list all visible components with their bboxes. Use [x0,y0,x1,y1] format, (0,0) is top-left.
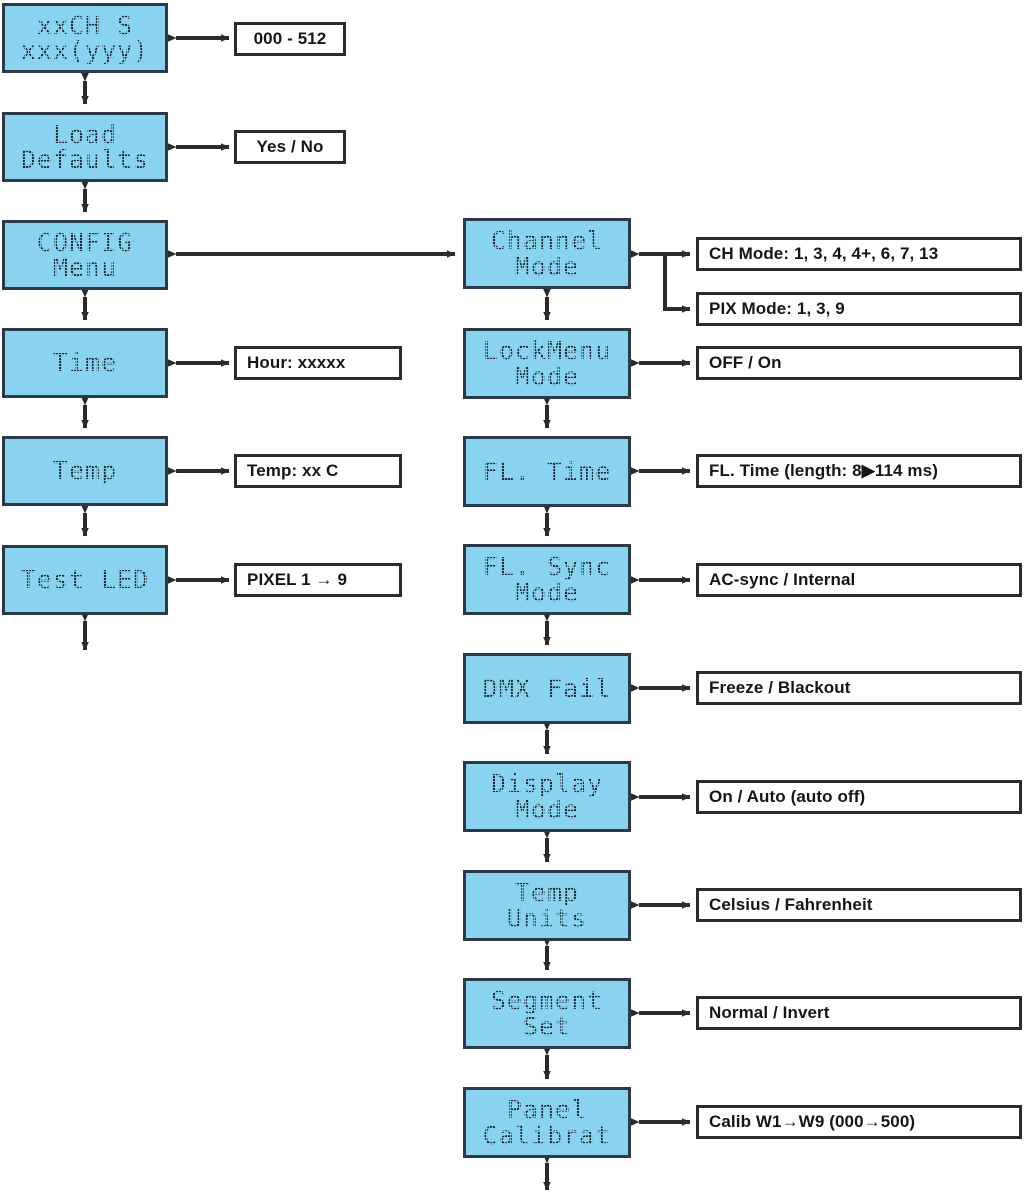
lcd-line-2: Mode [514,361,580,391]
lcd-line-1: xxCH S [36,10,134,40]
lcd-screen-segment-set[interactable]: Segment Set [463,978,631,1049]
lcd-line-1: Temp [514,878,580,907]
lcd-screen-temp-units[interactable]: Temp Units [463,870,631,941]
lcd-line-1: Panel [506,1095,588,1124]
lcd-line-1: Temp [52,456,118,486]
value-box-load-defaults: Yes / No [234,130,346,164]
lcd-screen-load-defaults[interactable]: Load Defaults [2,112,168,182]
value-box-temp-units: Celsius / Fahrenheit [696,888,1022,922]
value-box-time: Hour: xxxxx [234,346,402,380]
lcd-line-1: Display [490,769,604,798]
lcd-screen-channel-mode[interactable]: Channel Mode [463,218,631,289]
lcd-line-1: DMX Fail [482,673,612,703]
value-box-test-led: PIXEL 1 → 9 [234,563,402,597]
value-box-display-mode: On / Auto (auto off) [696,780,1022,814]
lcd-screen-temp[interactable]: Temp [2,436,168,506]
lcd-line-2: Mode [514,577,580,607]
lcd-screen-panel-calibrat[interactable]: Panel Calibrat [463,1087,631,1158]
value-box-segment-set: Normal / Invert [696,996,1022,1030]
value-box-panel-calibrat: Calib W1→W9 (000→500) [696,1105,1022,1139]
lcd-line-1: FL. Sync [482,552,612,581]
lcd-line-1: Test LED [20,565,150,595]
lcd-screen-lockmenu-mode[interactable]: LockMenu Mode [463,328,631,399]
value-box-fl-sync-mode: AC-sync / Internal [696,563,1022,597]
value-box-lockmenu-mode: OFF / On [696,346,1022,380]
lcd-line-2: Defaults [20,145,150,174]
lcd-line-2: Units [506,903,588,933]
lcd-line-1: FL. Time [482,456,612,486]
lcd-screen-dmx-fail[interactable]: DMX Fail [463,653,631,724]
lcd-line-1: LockMenu [482,336,612,365]
lcd-line-2: Calibrat [482,1120,612,1150]
value-box-dmx-address: 000 - 512 [234,22,346,56]
value-box-temp: Temp: xx C [234,454,402,488]
lcd-screen-fl-time[interactable]: FL. Time [463,436,631,507]
lcd-screen-test-led[interactable]: Test LED [2,545,168,615]
menu-flow-diagram: xxCH S xxx(yyy) Load Defaults CONFIG Men… [0,0,1024,1195]
value-box-pix-mode: PIX Mode: 1, 3, 9 [696,292,1022,326]
lcd-screen-display-mode[interactable]: Display Mode [463,761,631,832]
lcd-screen-time[interactable]: Time [2,328,168,398]
lcd-line-2: xxx(yyy) [20,36,150,65]
lcd-line-2: Menu [52,253,118,282]
lcd-line-2: Set [522,1011,572,1041]
value-box-fl-time: FL. Time (length: 8▶114 ms) [696,454,1022,488]
lcd-line-1: CONFIG [36,227,134,257]
lcd-line-1: Load [52,119,118,149]
lcd-line-1: Channel [490,226,604,255]
value-box-dmx-fail: Freeze / Blackout [696,671,1022,705]
lcd-screen-dmx-address[interactable]: xxCH S xxx(yyy) [2,3,168,73]
lcd-line-2: Mode [514,794,580,824]
lcd-screen-config-menu[interactable]: CONFIG Menu [2,220,168,290]
lcd-line-1: Segment [490,986,604,1015]
value-box-ch-mode: CH Mode: 1, 3, 4, 4+, 6, 7, 13 [696,237,1022,271]
lcd-line-2: Mode [514,251,580,281]
lcd-line-1: Time [52,348,118,378]
lcd-screen-fl-sync-mode[interactable]: FL. Sync Mode [463,544,631,615]
